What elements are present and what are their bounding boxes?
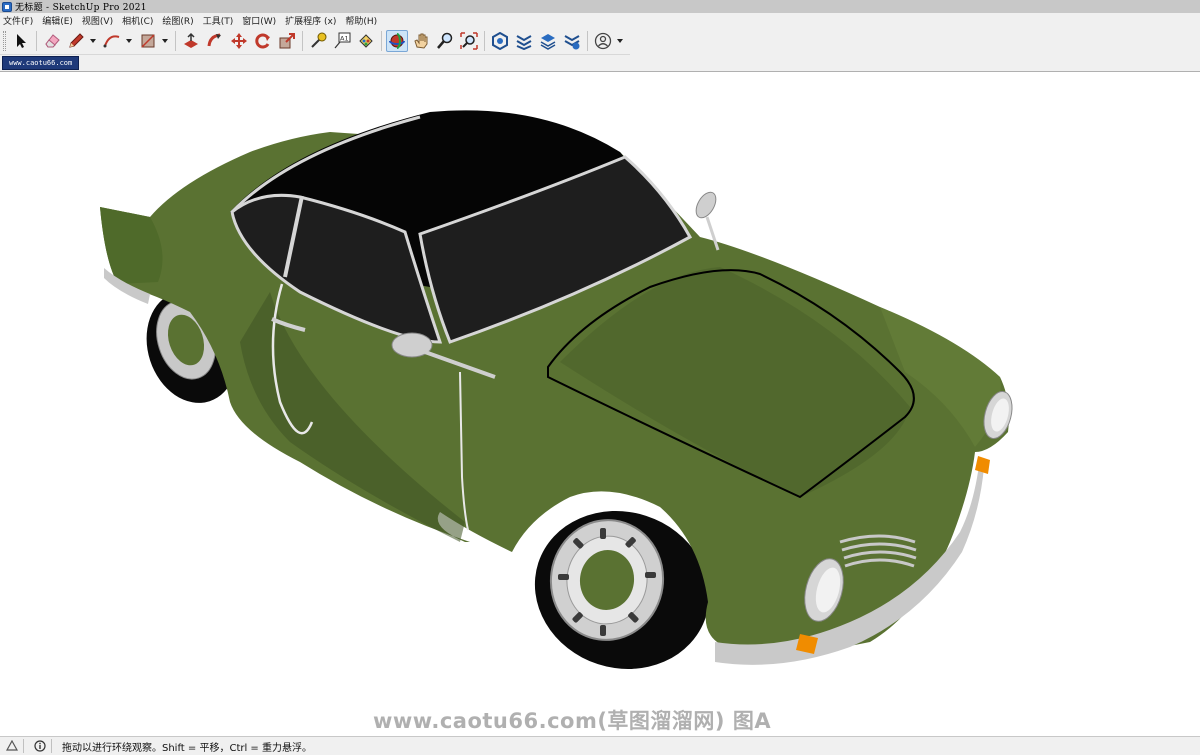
extension-manager-icon xyxy=(564,34,580,49)
hand-icon xyxy=(414,33,428,49)
tape-measure-tool-button[interactable] xyxy=(307,30,329,52)
model-viewport[interactable]: www.caotu66.com(草图溜溜网) 图A xyxy=(0,71,1200,736)
zoom-extents-tool-button[interactable] xyxy=(458,30,480,52)
push-pull-icon xyxy=(184,32,198,48)
menu-extensions[interactable]: 扩展程序 (x) xyxy=(285,14,336,27)
toolbar-separator xyxy=(587,30,588,51)
extension-warehouse-icon xyxy=(516,34,532,50)
user-account-icon xyxy=(594,32,612,49)
menu-window[interactable]: 窗口(W) xyxy=(242,14,276,27)
magnifier-icon xyxy=(437,32,453,49)
rotate-icon xyxy=(255,33,270,48)
zoom-extents-icon xyxy=(460,31,478,50)
toolbar-separator xyxy=(484,30,485,51)
menu-edit[interactable]: 编辑(E) xyxy=(42,14,73,27)
menu-draw[interactable]: 绘图(R) xyxy=(162,14,193,27)
car-model xyxy=(100,110,1013,670)
status-separator xyxy=(51,739,52,753)
follow-me-tool-button[interactable] xyxy=(204,30,226,52)
line-tool-dropdown[interactable] xyxy=(89,30,97,52)
text-tool-button[interactable]: A1 xyxy=(331,30,353,52)
status-bar: 拖动以进行环绕观察。Shift = 平移，Ctrl = 重力悬浮。 xyxy=(0,736,1200,755)
status-separator xyxy=(23,739,24,753)
scene-tab-bar: www.caotu66.com xyxy=(0,55,1200,71)
menu-tools[interactable]: 工具(T) xyxy=(203,14,234,27)
arrow-cursor-icon xyxy=(17,33,26,48)
tape-measure-icon xyxy=(311,32,327,48)
account-dropdown[interactable] xyxy=(616,30,624,52)
pan-tool-button[interactable] xyxy=(410,30,432,52)
turn-indicator-right xyxy=(975,456,990,474)
move-arrows-icon xyxy=(231,32,247,49)
move-tool-button[interactable] xyxy=(228,30,250,52)
follow-me-icon xyxy=(207,33,221,46)
eraser-icon xyxy=(45,33,60,47)
arc-icon xyxy=(103,34,120,47)
rectangle-tool-dropdown[interactable] xyxy=(161,30,169,52)
extension-warehouse-tool-button[interactable] xyxy=(513,30,535,52)
orbit-icon xyxy=(389,32,405,49)
rectangle-icon xyxy=(141,33,155,48)
select-tool-button[interactable] xyxy=(10,30,32,52)
status-hint: 拖动以进行环绕观察。Shift = 平移，Ctrl = 重力悬浮。 xyxy=(62,742,312,754)
rectangle-tool-button[interactable] xyxy=(137,30,159,52)
account-tool-button[interactable] xyxy=(592,30,614,52)
pencil-icon xyxy=(69,32,84,48)
menu-camera[interactable]: 相机(C) xyxy=(122,14,153,27)
warehouse-tool-button[interactable] xyxy=(489,30,511,52)
main-toolbar: A1 xyxy=(0,27,630,55)
toolbar-separator xyxy=(381,30,382,51)
line-tool-button[interactable] xyxy=(65,30,87,52)
layout-tool-button[interactable] xyxy=(537,30,559,52)
scene-tab[interactable]: www.caotu66.com xyxy=(2,56,80,70)
title-bar: 无标题 - SketchUp Pro 2021 xyxy=(0,0,1200,13)
layers-icon xyxy=(540,33,556,50)
sketchup-app-icon xyxy=(2,1,12,12)
info-icon[interactable] xyxy=(33,739,47,753)
menu-help[interactable]: 帮助(H) xyxy=(345,14,377,27)
orbit-tool-button[interactable] xyxy=(386,29,408,52)
toolbar-separator xyxy=(36,30,37,51)
paint-bucket-icon xyxy=(359,33,373,48)
menu-view[interactable]: 视图(V) xyxy=(82,14,113,27)
toolbar-separator xyxy=(302,30,303,51)
scale-icon xyxy=(279,32,295,48)
arc-tool-dropdown[interactable] xyxy=(125,30,133,52)
watermark-text: www.caotu66.com(草图溜溜网) 图A xyxy=(373,709,772,733)
scale-tool-button[interactable] xyxy=(276,30,298,52)
eraser-tool-button[interactable] xyxy=(41,30,63,52)
geo-location-icon[interactable] xyxy=(5,739,19,753)
toolbar-separator xyxy=(175,30,176,51)
window-title: 无标题 - SketchUp Pro 2021 xyxy=(15,3,147,13)
3d-warehouse-icon xyxy=(492,31,508,50)
toolbar-grip[interactable] xyxy=(3,30,6,51)
push-pull-tool-button[interactable] xyxy=(180,30,202,52)
menu-file[interactable]: 文件(F) xyxy=(3,14,33,27)
menu-bar: 文件(F) 编辑(E) 视图(V) 相机(C) 绘图(R) 工具(T) 窗口(W… xyxy=(0,13,1200,27)
extension-manager-tool-button[interactable] xyxy=(561,30,583,52)
rotate-tool-button[interactable] xyxy=(252,30,274,52)
svg-text:A1: A1 xyxy=(340,34,349,42)
paint-bucket-tool-button[interactable] xyxy=(355,30,377,52)
arc-tool-button[interactable] xyxy=(101,30,123,52)
text-label-icon: A1 xyxy=(334,32,351,48)
zoom-tool-button[interactable] xyxy=(434,30,456,52)
sketchup-window: 无标题 - SketchUp Pro 2021 文件(F) 编辑(E) 视图(V… xyxy=(0,0,1200,755)
